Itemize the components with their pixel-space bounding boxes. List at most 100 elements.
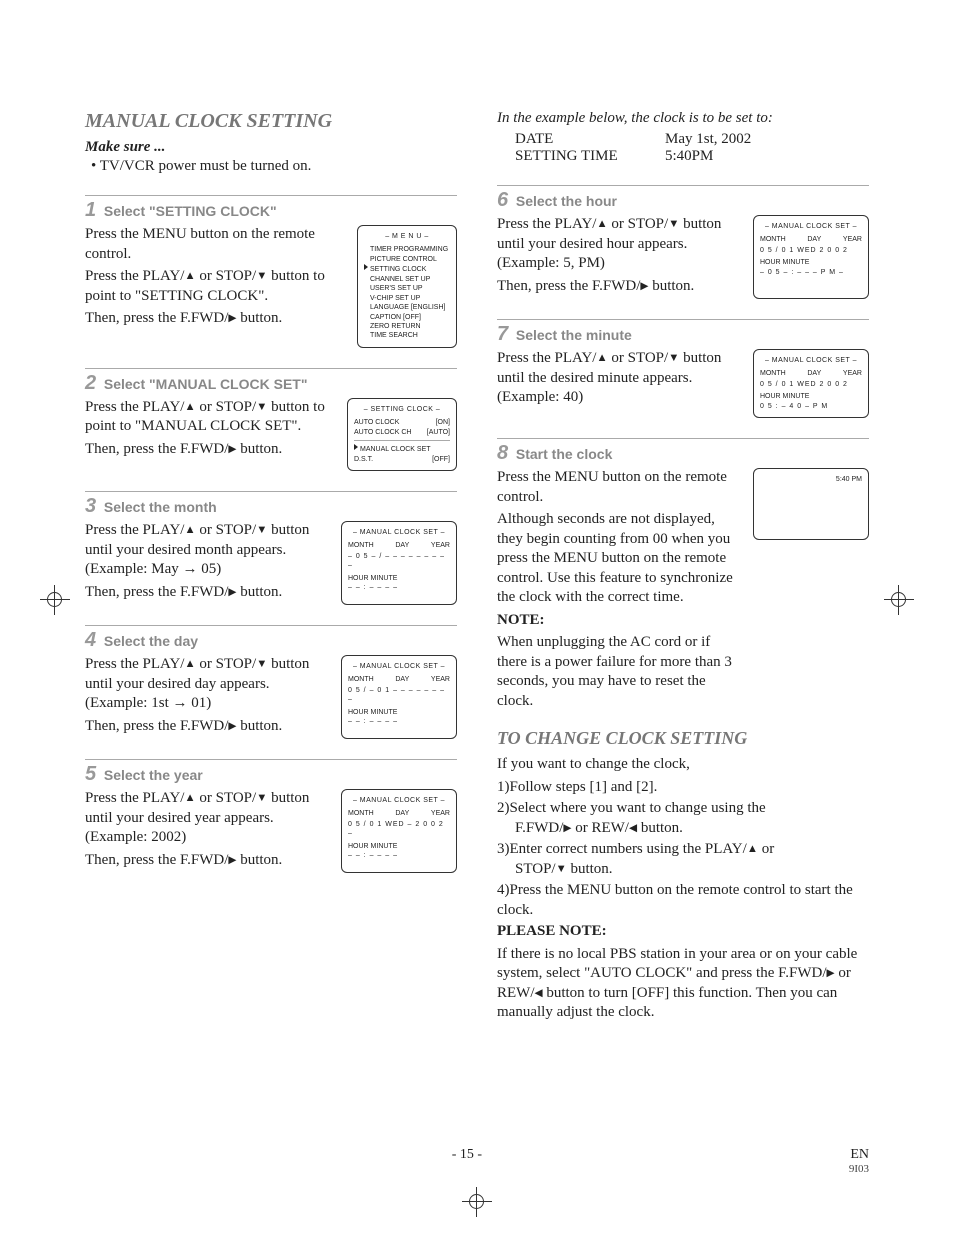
step-text: Press the MENU button on the remote cont… bbox=[497, 468, 743, 507]
step-title: Select the day bbox=[104, 633, 198, 649]
osd-values: – – : – – – – bbox=[348, 583, 450, 592]
step-text: Then, press the F.FWD/ button. bbox=[85, 851, 331, 871]
osd-row: MANUAL CLOCK SET bbox=[354, 444, 431, 454]
osd-value: [AUTO] bbox=[427, 428, 450, 437]
osd-title: – M E N U – bbox=[364, 232, 450, 241]
osd-title: – MANUAL CLOCK SET – bbox=[348, 528, 450, 537]
example-label: SETTING TIME bbox=[515, 148, 665, 165]
make-sure-heading: Make sure ... bbox=[85, 139, 457, 156]
language-code: EN bbox=[849, 1147, 869, 1163]
osd-menu-item: CHANNEL SET UP bbox=[364, 275, 450, 284]
step-7: 7 Select the minute Press the PLAY/ or S… bbox=[497, 319, 869, 418]
up-arrow-icon bbox=[747, 841, 758, 857]
example-value: 5:40PM bbox=[665, 148, 713, 165]
osd-clock-display: 5:40 PM bbox=[753, 468, 869, 540]
osd-label: YEAR bbox=[431, 809, 450, 818]
cursor-icon bbox=[364, 264, 368, 270]
osd-label: DAY bbox=[395, 541, 409, 550]
step-number: 3 bbox=[85, 495, 96, 517]
step-text: Press the PLAY/ or STOP/ button until yo… bbox=[85, 655, 331, 714]
right-arrow-icon bbox=[827, 965, 835, 981]
osd-manual-clock: – MANUAL CLOCK SET – MONTHDAYYEAR 0 5 / … bbox=[753, 349, 869, 418]
step-text: Press the PLAY/ or STOP/ button until yo… bbox=[497, 215, 743, 274]
step-number: 2 bbox=[85, 372, 96, 394]
step-number: 6 bbox=[497, 189, 508, 211]
step-text: Although seconds are not displayed, they… bbox=[497, 510, 743, 608]
osd-values: 0 5 : – 4 0 – P M bbox=[760, 402, 862, 411]
down-arrow-icon bbox=[256, 790, 267, 806]
osd-label: YEAR bbox=[843, 369, 862, 378]
step-text: Then, press the F.FWD/ button. bbox=[85, 583, 331, 603]
osd-menu-item: SETTING CLOCK bbox=[364, 264, 450, 274]
up-arrow-icon bbox=[596, 216, 607, 232]
osd-manual-clock: – MANUAL CLOCK SET – MONTHDAYYEAR 0 5 / … bbox=[341, 789, 457, 873]
change-list: 1)Follow steps [1] and [2]. 2)Select whe… bbox=[497, 778, 869, 921]
osd-menu-item: PICTURE CONTROL bbox=[364, 255, 450, 264]
step-6: 6 Select the hour Press the PLAY/ or STO… bbox=[497, 185, 869, 299]
osd-label: YEAR bbox=[431, 675, 450, 684]
osd-values: 0 5 / 0 1 WED 2 0 0 2 bbox=[760, 246, 862, 255]
step-text: Press the PLAY/ or STOP/ button until yo… bbox=[85, 521, 331, 580]
osd-label: DAY bbox=[395, 675, 409, 684]
up-arrow-icon bbox=[184, 268, 195, 284]
osd-label: MONTH bbox=[348, 675, 374, 684]
change-section-title: TO CHANGE CLOCK SETTING bbox=[497, 728, 869, 749]
doc-code: 9I03 bbox=[849, 1163, 869, 1175]
step-title: Start the clock bbox=[516, 446, 612, 462]
step-8: 8 Start the clock Press the MENU button … bbox=[497, 438, 869, 714]
osd-label: HOUR MINUTE bbox=[348, 574, 450, 583]
step-text: Then, press the F.FWD/ button. bbox=[85, 440, 337, 460]
osd-manual-clock: – MANUAL CLOCK SET – MONTHDAYYEAR 0 5 / … bbox=[753, 215, 869, 299]
step-text: Then, press the F.FWD/ button. bbox=[497, 277, 743, 297]
osd-values: 0 5 / 0 1 WED – 2 0 0 2 – bbox=[348, 820, 450, 839]
osd-menu-item: V-CHIP SET UP bbox=[364, 294, 450, 303]
please-note-heading: PLEASE NOTE: bbox=[497, 922, 869, 942]
left-column: MANUAL CLOCK SETTING Make sure ... • TV/… bbox=[85, 110, 457, 1026]
osd-label: HOUR MINUTE bbox=[760, 258, 862, 267]
step-title: Select the minute bbox=[516, 327, 632, 343]
step-text: Press the PLAY/ or STOP/ button until th… bbox=[497, 349, 743, 408]
osd-menu-item: ZERO RETURN bbox=[364, 322, 450, 331]
up-arrow-icon bbox=[184, 522, 195, 538]
step-text: Press the PLAY/ or STOP/ button to point… bbox=[85, 267, 347, 306]
osd-value: [ON] bbox=[436, 418, 450, 427]
osd-title: – MANUAL CLOCK SET – bbox=[760, 356, 862, 365]
osd-label: MONTH bbox=[348, 809, 374, 818]
list-item: 2)Select where you want to change using … bbox=[497, 799, 869, 838]
down-arrow-icon bbox=[556, 861, 567, 877]
step-number: 5 bbox=[85, 763, 96, 785]
page-number: - 15 - bbox=[452, 1147, 482, 1175]
step-number: 7 bbox=[497, 323, 508, 345]
osd-title: – MANUAL CLOCK SET – bbox=[760, 222, 862, 231]
step-title: Select the year bbox=[104, 767, 203, 783]
please-note-body: If there is no local PBS station in your… bbox=[497, 945, 869, 1023]
step-title: Select the month bbox=[104, 499, 217, 515]
osd-values: – – : – – – – bbox=[348, 717, 450, 726]
osd-time: 5:40 PM bbox=[760, 475, 862, 484]
step-text: Press the PLAY/ or STOP/ button to point… bbox=[85, 398, 337, 437]
osd-label: YEAR bbox=[843, 235, 862, 244]
left-arrow-icon bbox=[535, 985, 543, 1001]
step-title: Select "SETTING CLOCK" bbox=[104, 203, 277, 219]
osd-menu-item: CAPTION [OFF] bbox=[364, 313, 450, 322]
osd-values: 0 5 / 0 1 WED 2 0 0 2 bbox=[760, 380, 862, 389]
step-text: Then, press the F.FWD/ button. bbox=[85, 309, 347, 329]
osd-label: MONTH bbox=[348, 541, 374, 550]
osd-title: – MANUAL CLOCK SET – bbox=[348, 662, 450, 671]
registration-mark-icon bbox=[884, 585, 914, 615]
left-arrow-icon bbox=[629, 820, 637, 836]
list-item: 4)Press the MENU button on the remote co… bbox=[497, 881, 869, 920]
step-4: 4 Select the day Press the PLAY/ or STOP… bbox=[85, 625, 457, 739]
down-arrow-icon bbox=[256, 268, 267, 284]
osd-label: DAY bbox=[807, 235, 821, 244]
down-arrow-icon bbox=[256, 399, 267, 415]
step-title: Select the hour bbox=[516, 193, 617, 209]
osd-label: HOUR MINUTE bbox=[348, 842, 450, 851]
right-column: In the example below, the clock is to be… bbox=[497, 110, 869, 1026]
example-label: DATE bbox=[515, 131, 665, 148]
step-text: Press the PLAY/ or STOP/ button until yo… bbox=[85, 789, 331, 848]
osd-menu-item: TIMER PROGRAMMING bbox=[364, 245, 450, 254]
note-heading: NOTE: bbox=[497, 611, 743, 631]
registration-mark-icon bbox=[40, 585, 70, 615]
up-arrow-icon bbox=[596, 350, 607, 366]
